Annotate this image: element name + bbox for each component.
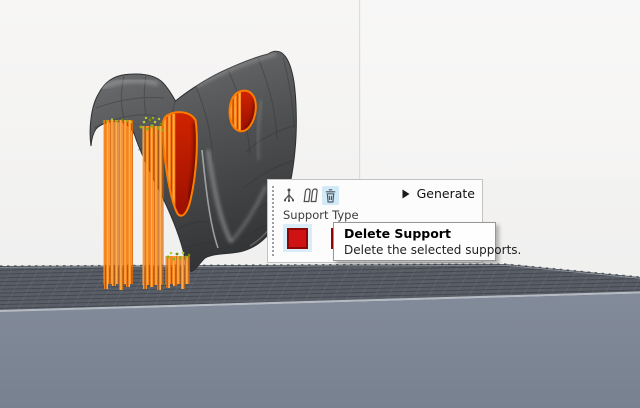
wall-corner-edge <box>359 0 360 179</box>
print-prep-viewport: Generate Support Type Delete Support Del… <box>0 0 640 408</box>
build-plate-front-face <box>0 294 640 408</box>
support-cluster-middle[interactable] <box>143 126 164 290</box>
tree-support-icon <box>281 187 297 204</box>
bar-support-button[interactable] <box>301 186 318 205</box>
tooltip-title: Delete Support <box>344 226 495 242</box>
support-cluster-left[interactable] <box>104 120 134 290</box>
tooltip-description: Delete the selected supports. <box>344 242 495 258</box>
delete-support-tooltip: Delete Support Delete the selected suppo… <box>333 222 496 261</box>
wall-right-region <box>360 0 640 179</box>
delete-support-button[interactable] <box>322 186 339 205</box>
generate-label: Generate <box>417 186 475 201</box>
delete-support-icon <box>323 187 338 204</box>
support-type-label: Support Type <box>283 208 359 222</box>
tree-support-button[interactable] <box>280 186 297 205</box>
bar-support-icon <box>302 187 318 204</box>
panel-drag-handle[interactable] <box>272 186 274 256</box>
build-plate <box>0 264 640 408</box>
play-triangle-icon <box>402 189 410 199</box>
support-type-swatch-selected[interactable] <box>283 224 312 252</box>
generate-button[interactable]: Generate <box>402 186 475 201</box>
support-toolbar <box>280 185 343 205</box>
support-color-swatch <box>287 228 308 249</box>
